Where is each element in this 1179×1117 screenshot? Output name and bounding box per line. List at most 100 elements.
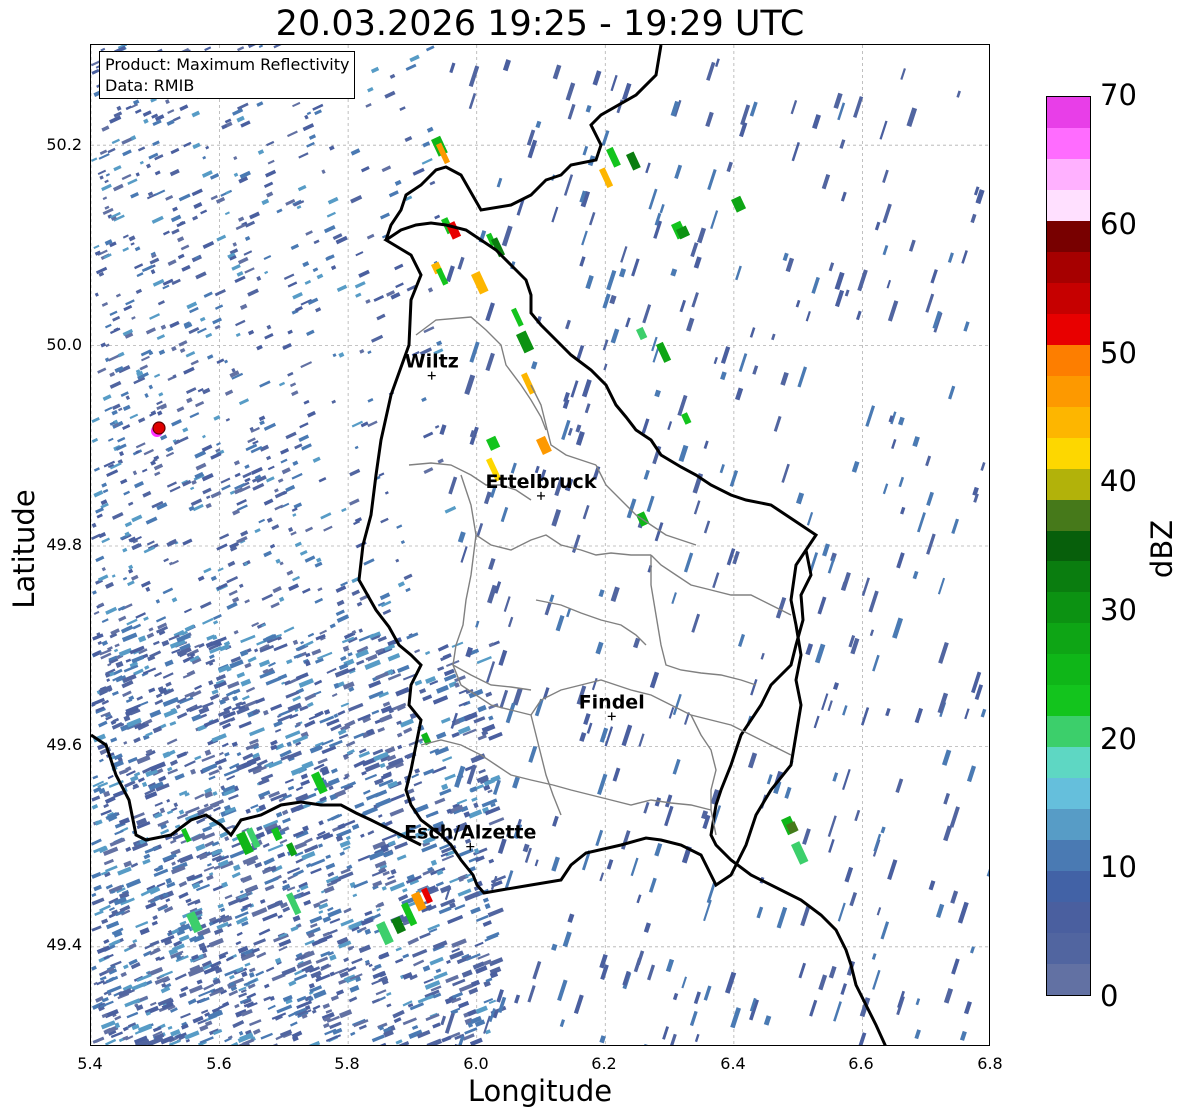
echo-cell — [609, 294, 617, 305]
echo-cell — [392, 1009, 405, 1019]
echo-cell — [220, 477, 231, 484]
echo-cell — [477, 734, 487, 741]
echo-cell — [379, 212, 391, 220]
echo-cell — [127, 501, 134, 506]
echo-cell — [101, 301, 109, 307]
echo-cell — [212, 620, 219, 625]
echo-cell — [166, 119, 175, 126]
echo-cell — [683, 552, 694, 573]
echo-cell — [217, 567, 224, 572]
echo-cell — [326, 667, 337, 674]
echo-cell — [208, 680, 214, 686]
echo-cell — [839, 139, 846, 149]
echo-cell — [403, 727, 413, 734]
echo-cell — [298, 678, 314, 688]
echo-cell — [235, 332, 241, 338]
echo-cell — [436, 267, 449, 286]
echo-cell — [221, 484, 231, 491]
echo-cell — [154, 189, 166, 196]
echo-cell — [235, 940, 242, 946]
echo-cell — [485, 352, 495, 372]
echo-cell — [144, 665, 150, 670]
echo-cell — [142, 490, 152, 498]
echo-cell — [300, 361, 313, 369]
echo-cell — [432, 1022, 441, 1029]
echo-cell — [158, 775, 167, 783]
echo-cell — [191, 110, 201, 118]
echo-cell — [314, 561, 323, 568]
echo-cell — [854, 809, 861, 822]
echo-cell — [118, 615, 127, 622]
echo-cell — [334, 789, 347, 798]
echo-cell — [828, 262, 835, 272]
echo-cell — [402, 1017, 417, 1026]
echo-cell — [166, 809, 174, 815]
echo-cell — [244, 599, 250, 604]
echo-cell — [216, 442, 221, 446]
echo-cell — [236, 931, 243, 937]
echo-cell — [231, 596, 240, 603]
echo-cell — [379, 713, 393, 723]
echo-cell — [795, 299, 801, 308]
echo-cell — [238, 583, 244, 589]
echo-cell — [313, 239, 320, 245]
echo-cell — [425, 1013, 440, 1022]
echo-cell — [640, 1043, 649, 1045]
echo-cell — [551, 856, 560, 872]
echo-cell — [304, 279, 312, 285]
echo-cell — [782, 252, 789, 262]
colorbar-tick-label: 20 — [1100, 722, 1137, 756]
echo-cell — [169, 720, 177, 726]
echo-cell — [263, 983, 270, 989]
echo-cell — [469, 1037, 483, 1045]
echo-cell — [335, 585, 347, 593]
echo-cell — [763, 1015, 772, 1026]
echo-cell — [280, 458, 288, 464]
echo-cell — [720, 371, 727, 381]
echo-cell — [691, 613, 701, 633]
echo-cell — [162, 587, 174, 595]
colorbar-segment — [1047, 808, 1090, 841]
echo-cell — [390, 868, 397, 875]
echo-cell — [814, 643, 826, 664]
echo-cell — [449, 950, 464, 960]
echo-cell — [125, 878, 142, 889]
echo-cell — [562, 931, 572, 948]
radar-map[interactable]: Wiltz Ettelbruck Findel Esch/Alzette — [90, 44, 990, 1046]
echo-cell — [228, 794, 239, 801]
echo-cell — [436, 684, 449, 694]
echo-cell — [156, 400, 163, 406]
echo-cell — [292, 513, 297, 517]
echo-cell — [330, 723, 342, 732]
echo-cell — [354, 801, 365, 809]
echo-cell — [812, 114, 821, 130]
echo-cell — [339, 1009, 353, 1019]
echo-cell — [349, 985, 360, 993]
echo-cell — [133, 737, 141, 744]
echo-cell — [295, 786, 304, 792]
echo-cell — [693, 256, 702, 269]
echo-cell — [885, 707, 891, 717]
echo-cell — [302, 123, 315, 132]
echo-cell — [367, 420, 378, 428]
echo-cell — [110, 737, 118, 743]
echo-cell — [203, 567, 212, 574]
echo-cell — [908, 239, 916, 252]
echo-cell — [323, 225, 336, 234]
echo-cell — [706, 882, 716, 904]
echo-cell — [731, 195, 747, 213]
echo-cell — [106, 469, 119, 477]
echo-cell — [312, 267, 319, 273]
echo-cell — [301, 443, 312, 451]
colorbar-segment — [1047, 653, 1090, 686]
ytick-label: 49.4 — [46, 935, 82, 954]
echo-cell — [113, 165, 122, 172]
echo-cell — [176, 751, 188, 759]
echo-cell — [749, 101, 758, 117]
echo-cell — [166, 798, 171, 803]
colorbar-segment — [1047, 715, 1090, 748]
echo-cell — [591, 677, 598, 691]
echo-cell — [332, 353, 337, 358]
echo-cell — [432, 695, 449, 705]
luxembourg-border — [357, 221, 819, 895]
